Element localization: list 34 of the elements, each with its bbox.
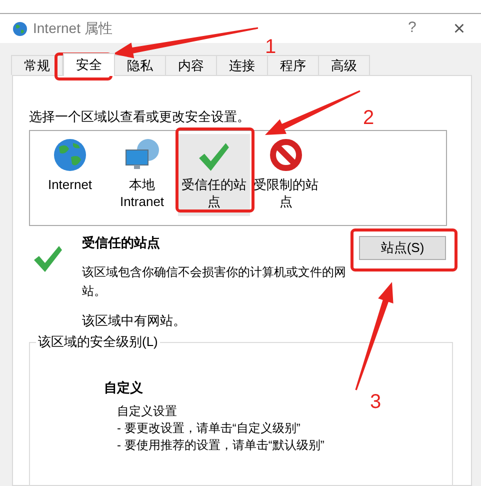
zone-item[interactable]: 本地 Intranet	[106, 134, 178, 216]
tab[interactable]: 隐私	[114, 55, 166, 75]
zone-item[interactable]: 受信任的站点	[178, 134, 250, 216]
level-detail-text: 自定义设置	[117, 403, 178, 420]
checkmark-icon	[33, 245, 63, 273]
zone-description: 该区域包含你确信不会损害你的计算机或文件的网站。	[82, 264, 347, 300]
level-detail-text: - 要使用推荐的设置，请单击“默认级别”	[117, 437, 326, 454]
callout-number: 2	[363, 107, 374, 129]
zone-title: 受信任的站点	[82, 234, 161, 251]
level-name: 自定义	[104, 380, 144, 396]
tab[interactable]: 连接	[216, 55, 268, 75]
window-title: Internet 属性	[33, 19, 112, 38]
zone-item[interactable]: 受限制的站点	[250, 134, 322, 216]
blocked-icon	[269, 138, 303, 172]
highlight-frame	[54, 52, 112, 80]
tab[interactable]: 常规	[11, 55, 63, 75]
tab[interactable]: 程序	[267, 55, 319, 75]
help-button[interactable]: ?	[408, 17, 416, 40]
zone-note: 该区域中有网站。	[82, 313, 187, 329]
sites-button[interactable]: 站点(S)	[359, 236, 446, 260]
instruction-text: 选择一个区域以查看或更改安全设置。	[29, 109, 250, 125]
level-detail-text: - 要更改设置，请单击“自定义级别”	[117, 420, 302, 437]
callout-number: 1	[265, 36, 276, 58]
tab[interactable]: 内容	[165, 55, 217, 75]
tab[interactable]: 高级	[318, 55, 370, 75]
zone-item[interactable]: Internet	[34, 134, 106, 216]
globe-icon	[53, 138, 87, 172]
close-button[interactable]: ×	[453, 14, 465, 44]
callout-number: 3	[370, 391, 382, 413]
tab[interactable]: 安全	[63, 53, 115, 76]
network-computer-icon	[124, 138, 160, 172]
checkmark-icon	[198, 142, 230, 172]
globe-icon	[12, 20, 28, 36]
group-label: 该区域的安全级别(L)	[36, 334, 160, 350]
